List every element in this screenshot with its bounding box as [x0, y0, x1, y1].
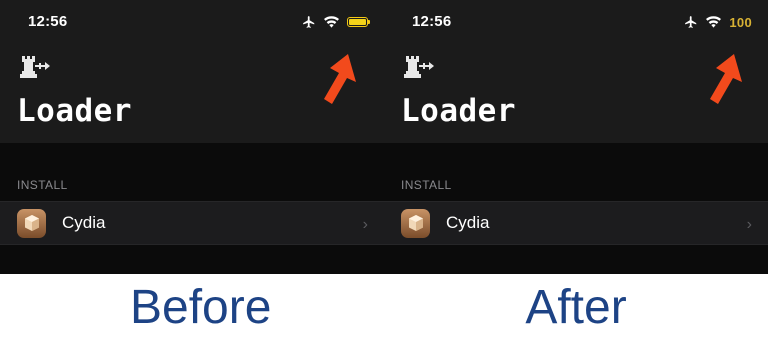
section-header-install: INSTALL: [401, 178, 452, 192]
page-title: Loader: [401, 93, 516, 129]
airplane-icon: [684, 15, 698, 29]
battery-icon: [347, 17, 370, 27]
list-item-cydia[interactable]: Cydia ›: [0, 201, 384, 245]
chevron-right-icon: ›: [746, 216, 752, 233]
cydia-app-icon: [401, 208, 430, 238]
after-screenshot: 12:56 100 Loader INSTALL Cydia ›: [384, 0, 768, 274]
section-header-install: INSTALL: [17, 178, 68, 192]
rook-logo-icon: [18, 53, 54, 83]
status-icons: 100: [684, 14, 752, 30]
chevron-right-icon: ›: [362, 216, 368, 233]
status-time: 12:56: [412, 13, 452, 30]
caption-before: Before: [130, 281, 272, 334]
cydia-app-icon: [17, 208, 46, 238]
status-icons: [302, 14, 370, 30]
red-arrow-icon: [710, 54, 742, 104]
wifi-icon: [324, 16, 339, 28]
rook-logo-icon: [402, 53, 438, 83]
airplane-icon: [302, 15, 316, 29]
battery-percentage: 100: [729, 14, 752, 30]
status-time: 12:56: [28, 13, 68, 30]
page-title: Loader: [17, 93, 132, 129]
list-item-label: Cydia: [62, 213, 106, 232]
list-item-cydia[interactable]: Cydia ›: [384, 201, 768, 245]
wifi-icon: [706, 16, 722, 28]
caption-after: After: [525, 281, 627, 334]
list-item-label: Cydia: [446, 213, 490, 232]
red-arrow-icon: [324, 54, 356, 104]
before-screenshot: 12:56 Loader INSTALL Cydia ›: [0, 0, 384, 274]
